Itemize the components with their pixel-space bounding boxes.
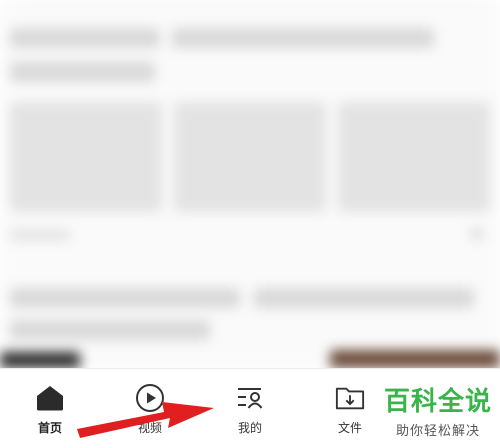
tab-mine[interactable]: 我的: [210, 369, 290, 448]
feed-thumbnail: [174, 102, 326, 212]
feed-title-line: [10, 28, 160, 48]
tab-files-label: 文件: [337, 421, 362, 435]
watermark-slogan: 助你轻松解决: [395, 423, 480, 438]
feed-thumbnail: [338, 102, 490, 212]
watermark: 百科全说 助你轻松解决: [376, 386, 500, 439]
download-folder-icon: [335, 383, 365, 413]
feed-thumbnail: [10, 102, 162, 212]
tab-video-label: 视频: [137, 421, 162, 435]
tab-mine-label: 我的: [237, 421, 262, 435]
profile-list-icon: [235, 383, 265, 413]
tab-home[interactable]: 首页: [10, 369, 90, 448]
feed-title-line: [254, 288, 474, 308]
feed-image: [330, 350, 500, 368]
feed-meta: [470, 228, 484, 240]
blurred-feed: [0, 0, 500, 368]
home-icon: [35, 383, 65, 413]
feed-meta: [10, 230, 70, 240]
play-circle-icon: [135, 383, 165, 413]
feed-image: [0, 352, 80, 368]
feed-title-line: [10, 320, 210, 340]
tab-video[interactable]: 视频: [110, 369, 190, 448]
feed-title-line: [10, 288, 240, 308]
tab-home-label: 首页: [37, 421, 62, 435]
watermark-title: 百科全说: [383, 386, 492, 416]
feed-title-line: [10, 62, 155, 82]
feed-title-line: [172, 28, 434, 48]
